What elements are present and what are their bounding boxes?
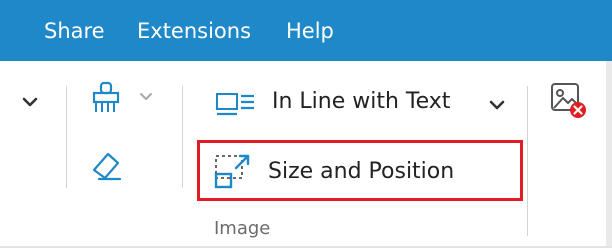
ribbon-edge <box>606 61 612 248</box>
separator <box>66 86 67 188</box>
clear-format-button[interactable] <box>88 148 128 188</box>
size-and-position-button[interactable]: Size and Position <box>214 150 504 192</box>
size-position-icon <box>214 154 250 189</box>
format-painter-button[interactable] <box>90 80 160 116</box>
chevron-down-icon <box>22 97 38 107</box>
wrap-text-label: In Line with Text <box>272 89 451 114</box>
separator <box>527 86 528 236</box>
eraser-icon <box>92 152 122 181</box>
wrap-text-dropdown[interactable]: In Line with Text <box>216 86 516 120</box>
separator <box>182 86 183 188</box>
left-dropdown-button[interactable] <box>20 92 42 114</box>
menu-share[interactable]: Share <box>44 18 105 44</box>
remove-image-button[interactable] <box>548 80 590 122</box>
image-remove-icon <box>551 83 586 118</box>
menu-help[interactable]: Help <box>286 18 334 44</box>
menu-extensions[interactable]: Extensions <box>137 18 251 44</box>
chevron-down-icon <box>489 100 505 110</box>
wrap-text-inline-icon <box>216 93 254 116</box>
group-label-image: Image <box>214 218 271 239</box>
chevron-down-icon <box>140 93 152 100</box>
menu-bar: Share Extensions Help <box>0 0 612 61</box>
size-and-position-label: Size and Position <box>268 159 455 184</box>
app-window: Share Extensions Help In Line with Text … <box>0 0 612 248</box>
paint-bucket-icon <box>92 81 120 112</box>
